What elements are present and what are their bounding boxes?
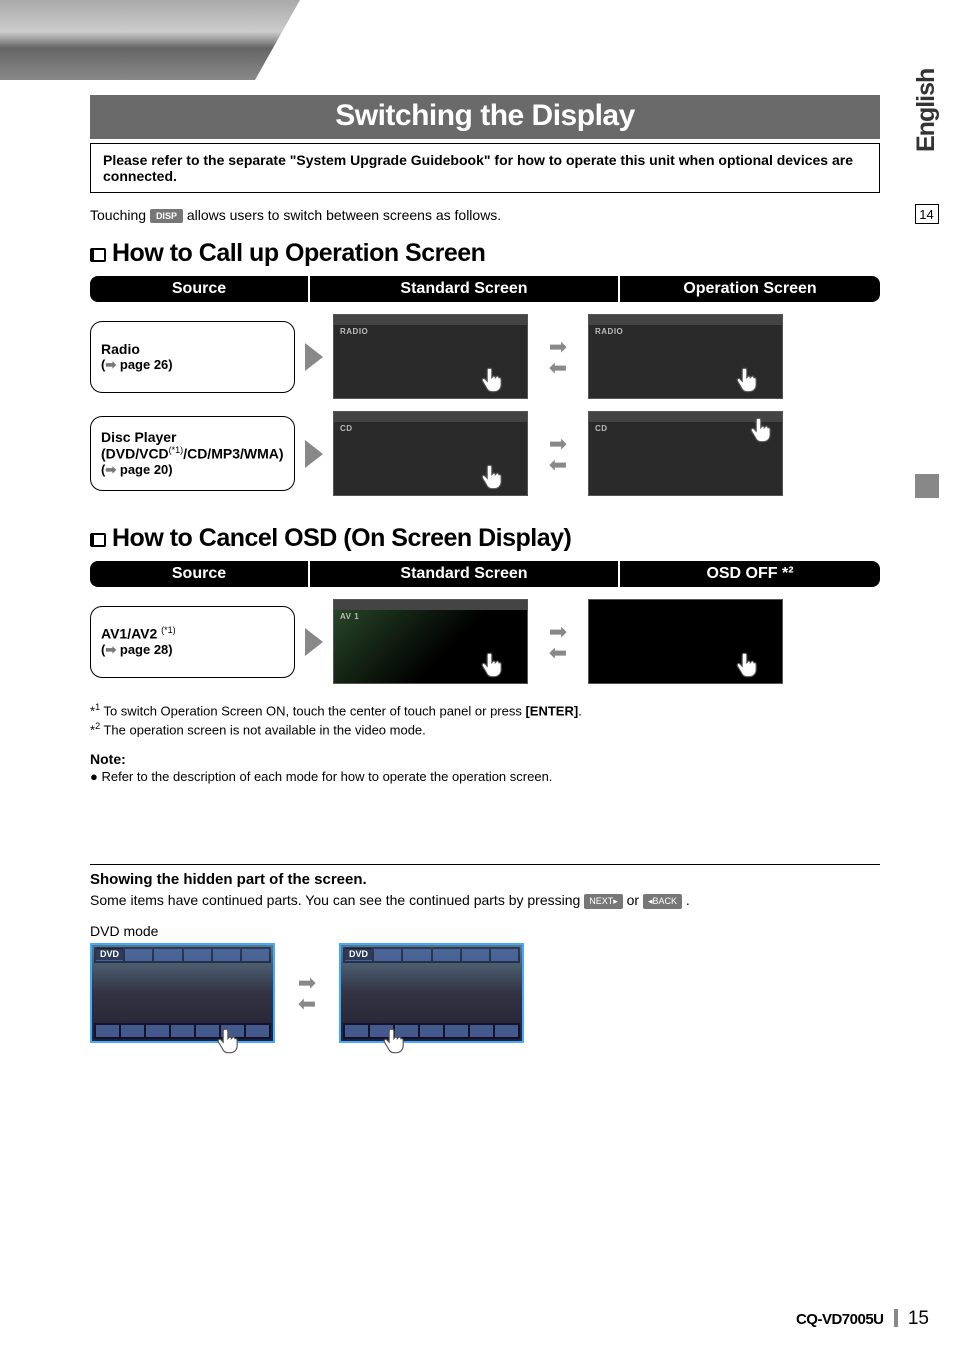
hand-pointer-icon <box>734 651 762 679</box>
dvd-tag: DVD <box>345 948 372 960</box>
section1-heading-text: How to Call up Operation Screen <box>112 239 485 267</box>
bidirectional-arrows: ➡ ⬅ <box>538 625 578 659</box>
arrow-left-icon: ⬅ <box>298 997 316 1010</box>
operation-screen-radio: RADIO <box>588 314 783 399</box>
source-ref: (➡ page 20) <box>101 462 284 478</box>
source-ref: (➡ page 26) <box>101 357 284 373</box>
dvd-tag: DVD <box>96 948 123 960</box>
hand-pointer-icon <box>748 416 776 444</box>
tab-bullet-icon <box>90 248 106 262</box>
hand-pointer-icon <box>479 463 507 491</box>
note-body: ● Refer to the description of each mode … <box>90 769 880 784</box>
play-arrow-icon <box>305 343 323 371</box>
thumb-label: RADIO <box>340 327 368 336</box>
section-heading-call-up: How to Call up Operation Screen <box>90 239 880 268</box>
arrow-right-icon: ➡ <box>549 437 567 450</box>
dvd-mode-label: DVD mode <box>90 923 880 939</box>
disp-button-chip: DISP <box>150 209 183 223</box>
row-disc-player: Disc Player (DVD/VCD(*1)/CD/MP3/WMA) (➡ … <box>90 411 880 496</box>
model-number: CQ-VD7005U <box>796 1311 884 1328</box>
side-tab: English 14 <box>909 80 944 498</box>
source-ref: (➡ page 28) <box>101 642 284 658</box>
osd-off-screen-av <box>588 599 783 684</box>
col-header-source: Source <box>90 561 310 587</box>
footer-divider <box>894 1309 898 1327</box>
standard-screen-av: AV 1 <box>333 599 528 684</box>
arrow-left-icon: ⬅ <box>549 361 567 374</box>
page-footer: CQ-VD7005U 15 <box>796 1308 929 1330</box>
hand-pointer-icon <box>381 1027 409 1055</box>
decorative-header-photo <box>0 0 300 80</box>
footnote-2: *2 The operation screen is not available… <box>90 721 880 737</box>
col-header-operation: Operation Screen <box>620 276 880 302</box>
arrow-left-icon: ⬅ <box>549 458 567 471</box>
hidden-part-heading: Showing the hidden part of the screen. <box>90 871 880 888</box>
side-index-mark <box>915 474 939 498</box>
col-header-osdoff: OSD OFF *² <box>620 561 880 587</box>
hidden-part-body: Some items have continued parts. You can… <box>90 892 880 909</box>
dvd-thumb-row: DVD ➡ ⬅ DVD <box>90 943 880 1043</box>
bidirectional-arrows: ➡ ⬅ <box>287 976 327 1010</box>
arrow-right-icon: ➡ <box>298 976 316 989</box>
intro-text: Touching DISP allows users to switch bet… <box>90 207 880 223</box>
dvd-screen-left: DVD <box>90 943 275 1043</box>
bidirectional-arrows: ➡ ⬅ <box>538 437 578 471</box>
arrow-right-icon: ➡ <box>549 625 567 638</box>
intro-pre: Touching <box>90 207 150 223</box>
thumb-label: CD <box>595 424 608 433</box>
intro-post: allows users to switch between screens a… <box>187 207 501 223</box>
col-header-standard: Standard Screen <box>310 561 620 587</box>
hand-pointer-icon <box>479 651 507 679</box>
thumb-label: RADIO <box>595 327 623 336</box>
source-title: Disc Player (DVD/VCD(*1)/CD/MP3/WMA) <box>101 429 284 462</box>
top-note-box: Please refer to the separate "System Upg… <box>90 143 880 193</box>
top-page-ref: 14 <box>915 204 939 224</box>
page-number: 15 <box>908 1308 929 1329</box>
section2-header-row: Source Standard Screen OSD OFF *² <box>90 561 880 587</box>
page-title: Switching the Display <box>90 95 880 139</box>
row-av: AV1/AV2 (*1) (➡ page 28) AV 1 ➡ ⬅ <box>90 599 880 684</box>
dvd-screen-right: DVD <box>339 943 524 1043</box>
section2-heading-text: How to Cancel OSD (On Screen Display) <box>112 524 571 552</box>
next-button-chip: NEXT▸ <box>584 894 623 909</box>
thumb-label: CD <box>340 424 353 433</box>
hand-pointer-icon <box>479 366 507 394</box>
divider-line <box>90 864 880 865</box>
arrow-right-icon: ➡ <box>549 340 567 353</box>
source-box-disc: Disc Player (DVD/VCD(*1)/CD/MP3/WMA) (➡ … <box>90 416 295 491</box>
arrow-left-icon: ⬅ <box>549 646 567 659</box>
hand-pointer-icon <box>734 366 762 394</box>
thumb-label: AV 1 <box>340 612 359 621</box>
section-heading-cancel-osd: How to Cancel OSD (On Screen Display) <box>90 524 880 553</box>
play-arrow-icon <box>305 628 323 656</box>
source-box-av: AV1/AV2 (*1) (➡ page 28) <box>90 606 295 678</box>
standard-screen-cd: CD <box>333 411 528 496</box>
language-label: English <box>912 117 941 152</box>
operation-screen-cd: CD <box>588 411 783 496</box>
source-title: Radio <box>101 341 284 357</box>
play-arrow-icon <box>305 440 323 468</box>
footnote-1: *1 To switch Operation Screen ON, touch … <box>90 702 880 718</box>
source-box-radio: Radio (➡ page 26) <box>90 321 295 393</box>
hand-pointer-icon <box>215 1027 243 1055</box>
section1-header-row: Source Standard Screen Operation Screen <box>90 276 880 302</box>
back-button-chip: ◂BACK <box>643 894 682 909</box>
bidirectional-arrows: ➡ ⬅ <box>538 340 578 374</box>
col-header-standard: Standard Screen <box>310 276 620 302</box>
standard-screen-radio: RADIO <box>333 314 528 399</box>
row-radio: Radio (➡ page 26) RADIO ➡ ⬅ RADIO <box>90 314 880 399</box>
footnotes: *1 To switch Operation Screen ON, touch … <box>90 702 880 737</box>
source-title: AV1/AV2 (*1) <box>101 625 284 642</box>
tab-bullet-icon <box>90 533 106 547</box>
col-header-source: Source <box>90 276 310 302</box>
note-heading: Note: <box>90 751 880 767</box>
